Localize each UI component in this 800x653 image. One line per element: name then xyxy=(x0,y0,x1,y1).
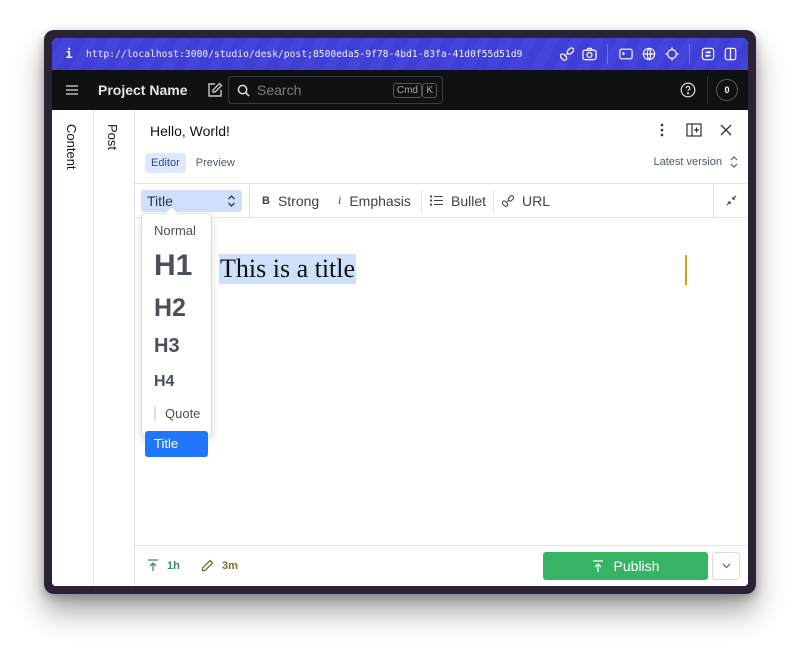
app-header: Project Name Search Cmd K 0 xyxy=(52,70,748,110)
strong-button[interactable]: B Strong xyxy=(262,184,319,217)
version-select[interactable]: Latest version xyxy=(654,156,738,168)
header-divider xyxy=(707,76,708,104)
bold-icon: B xyxy=(262,194,270,207)
document-pane: Hello, World! Editor Preview Latest vers… xyxy=(135,110,748,586)
menu-item-h2[interactable]: H2 xyxy=(154,294,186,323)
strong-label: Strong xyxy=(277,192,320,209)
editor-area[interactable]: This is a title xyxy=(135,218,748,545)
browser-tools xyxy=(555,38,742,70)
edited-ago: 3m xyxy=(222,559,238,572)
italic-icon: i xyxy=(338,193,342,207)
post-pane[interactable]: Post xyxy=(94,110,135,586)
split-pane-icon[interactable] xyxy=(680,118,708,142)
more-options-icon[interactable] xyxy=(648,118,676,142)
shortcut-key-k: K xyxy=(422,83,437,98)
compose-icon[interactable] xyxy=(203,78,227,102)
notification-count[interactable]: 0 xyxy=(716,79,738,101)
panes: Content Post Hello, World! Editor Previe… xyxy=(52,110,748,586)
search-icon xyxy=(229,84,257,97)
search-placeholder: Search xyxy=(257,82,302,98)
document-actions xyxy=(648,118,740,142)
help-icon[interactable] xyxy=(678,80,698,100)
url-button[interactable]: URL xyxy=(502,184,550,217)
tools-divider xyxy=(607,44,608,64)
toolbar-separator xyxy=(421,190,422,212)
publish-icon xyxy=(592,559,603,572)
collapse-icon[interactable] xyxy=(713,184,748,217)
bullet-list-icon xyxy=(430,195,443,206)
close-icon[interactable] xyxy=(712,118,740,142)
content-pane-label: Content xyxy=(64,124,79,170)
chevron-down-icon xyxy=(722,563,730,569)
terminal-icon[interactable] xyxy=(614,43,637,65)
publish-label: Publish xyxy=(613,558,660,574)
toolbar-divider xyxy=(249,184,250,217)
menu-item-h3[interactable]: H3 xyxy=(154,335,180,358)
version-label: Latest version xyxy=(653,156,722,168)
block-style-select[interactable]: Title xyxy=(141,190,242,212)
browser-window: i http://localhost:3000/studio/desk/post… xyxy=(44,30,756,594)
url-label: URL xyxy=(522,192,551,209)
pencil-icon xyxy=(201,559,214,572)
camera-icon[interactable] xyxy=(578,43,601,65)
link-icon xyxy=(502,194,514,207)
window-content: i http://localhost:3000/studio/desk/post… xyxy=(52,38,748,586)
emphasis-button[interactable]: i Emphasis xyxy=(338,184,411,217)
content-pane[interactable]: Content xyxy=(52,110,94,586)
split-panel-icon[interactable] xyxy=(719,43,742,65)
chevron-up-down-icon xyxy=(228,195,235,207)
globe-icon[interactable] xyxy=(637,43,660,65)
published-ago: 1h xyxy=(167,559,180,572)
emphasis-label: Emphasis xyxy=(349,192,411,209)
document-tabs: Editor Preview xyxy=(145,153,241,173)
settings-toggle-icon[interactable] xyxy=(696,43,719,65)
menu-icon[interactable] xyxy=(52,70,92,110)
publish-button[interactable]: Publish xyxy=(543,552,708,580)
tools-divider xyxy=(689,44,690,64)
shortcut-key-cmd: Cmd xyxy=(392,83,422,98)
menu-item-h1[interactable]: H1 xyxy=(154,249,192,283)
block-style-menu: Normal H1 H2 H3 H4 Quote Title xyxy=(141,205,212,457)
formatting-toolbar: Title B Strong i Emphasis Bullet URL xyxy=(135,183,748,218)
tab-editor[interactable]: Editor xyxy=(145,153,186,173)
tab-preview[interactable]: Preview xyxy=(190,153,241,173)
editor-title-block[interactable]: This is a title xyxy=(219,254,357,284)
project-name[interactable]: Project Name xyxy=(98,82,187,98)
post-pane-label: Post xyxy=(105,124,120,151)
url-text[interactable]: http://localhost:3000/studio/desk/post;8… xyxy=(86,49,522,60)
menu-item-title[interactable]: Title xyxy=(145,431,208,457)
published-icon xyxy=(148,559,158,571)
url-bar: i http://localhost:3000/studio/desk/post… xyxy=(52,38,748,70)
crosshair-icon[interactable] xyxy=(660,43,683,65)
search-input[interactable]: Search Cmd K xyxy=(228,76,443,104)
toolbar-separator xyxy=(493,190,494,212)
text-caret xyxy=(685,255,687,285)
info-icon[interactable]: i xyxy=(52,47,86,61)
published-status[interactable]: 1h xyxy=(147,559,180,572)
bullet-button[interactable]: Bullet xyxy=(430,184,486,217)
document-footer: 1h 3m Publish xyxy=(135,545,748,586)
link-icon[interactable] xyxy=(555,43,578,65)
menu-item-h4[interactable]: H4 xyxy=(154,373,174,391)
bullet-label: Bullet xyxy=(451,192,487,209)
chevron-up-down-icon xyxy=(730,156,738,168)
edited-status[interactable]: 3m xyxy=(201,559,238,572)
publish-menu-button[interactable] xyxy=(712,552,740,580)
menu-item-normal[interactable]: Normal xyxy=(154,223,196,238)
document-title: Hello, World! xyxy=(150,123,230,139)
menu-item-quote[interactable]: Quote xyxy=(154,406,200,421)
